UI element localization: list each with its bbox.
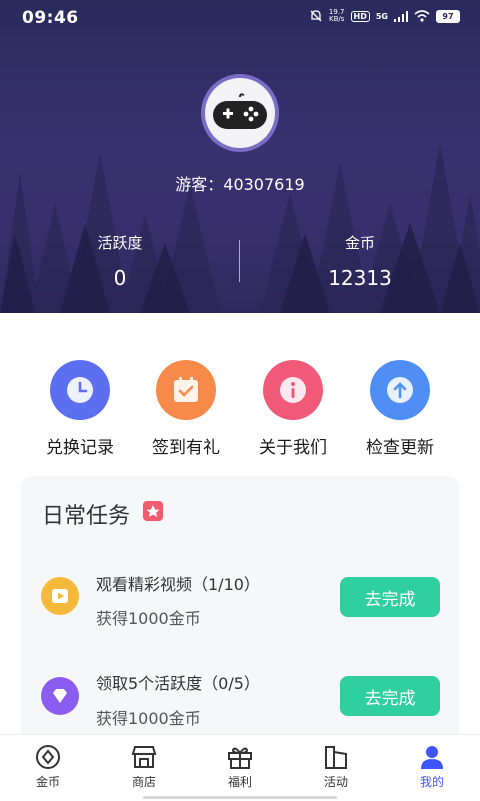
hd-badge: HD bbox=[350, 10, 370, 22]
daily-tasks-title: 日常任务 bbox=[42, 504, 131, 529]
net-speed: 19.7 KB/s bbox=[328, 8, 345, 23]
guest-id: 游客：40307619 bbox=[175, 175, 305, 194]
play-icon bbox=[41, 577, 79, 615]
diamond-icon bbox=[41, 677, 79, 715]
avatar[interactable] bbox=[205, 78, 275, 148]
daily-tasks-card: 日常任务 观看精彩视频（1/10） 获得1000金币 去完成 领取5个活跃度（0… bbox=[21, 476, 459, 776]
quick-action-label: 签到有礼 bbox=[152, 438, 220, 458]
coin-icon bbox=[34, 743, 62, 771]
clock-icon bbox=[50, 360, 110, 420]
status-time: 09:46 bbox=[22, 8, 79, 28]
shop-icon bbox=[130, 743, 158, 771]
signal-icon bbox=[394, 10, 408, 22]
arrow-up-icon bbox=[370, 360, 430, 420]
calendar-check-icon bbox=[156, 360, 216, 420]
status-bar: 09:46 19.7 KB/s HD 5G 97 bbox=[0, 0, 480, 36]
coins-label: 金币 bbox=[344, 234, 375, 252]
star-badge-icon bbox=[143, 501, 163, 521]
network-type: 5G bbox=[375, 11, 388, 21]
battery-icon: 97 bbox=[436, 9, 460, 23]
quick-action-exchange-record[interactable]: 兑换记录 bbox=[25, 360, 135, 458]
tab-shop[interactable]: 商店 bbox=[114, 743, 174, 790]
quick-action-about-us[interactable]: 关于我们 bbox=[238, 360, 348, 458]
quick-action-label: 兑换记录 bbox=[46, 438, 114, 458]
wifi-icon bbox=[414, 10, 430, 22]
task-title: 领取5个活跃度（0/5） bbox=[96, 674, 260, 693]
activity-label: 活跃度 bbox=[97, 234, 143, 252]
activity-value: 0 bbox=[113, 266, 127, 290]
bottom-tab-bar: 金币 商店 福利 活动 我的 bbox=[0, 734, 480, 801]
tab-mine[interactable]: 我的 bbox=[402, 743, 462, 790]
task-reward: 获得1000金币 bbox=[96, 609, 201, 628]
flag-icon bbox=[322, 743, 350, 771]
task-complete-button[interactable]: 去完成 bbox=[340, 676, 440, 716]
task-title: 观看精彩视频（1/10） bbox=[96, 575, 260, 594]
quick-action-check-in[interactable]: 签到有礼 bbox=[131, 360, 241, 458]
task-complete-button[interactable]: 去完成 bbox=[340, 577, 440, 617]
task-reward: 获得1000金币 bbox=[96, 709, 201, 728]
tab-coins[interactable]: 金币 bbox=[18, 743, 78, 790]
status-icons: 19.7 KB/s HD 5G 97 bbox=[309, 9, 460, 23]
stat-divider bbox=[239, 240, 240, 282]
tab-welfare[interactable]: 福利 bbox=[210, 743, 270, 790]
mute-bell-icon bbox=[310, 10, 322, 22]
quick-action-label: 检查更新 bbox=[366, 438, 434, 458]
home-indicator bbox=[143, 796, 337, 799]
user-icon bbox=[418, 743, 446, 771]
gift-icon bbox=[226, 743, 254, 771]
gamepad-icon bbox=[213, 93, 267, 129]
profile-header: 09:46 19.7 KB/s HD 5G 97 游客：40307619 活跃度 … bbox=[0, 0, 480, 313]
info-icon bbox=[263, 360, 323, 420]
tab-activity[interactable]: 活动 bbox=[306, 743, 366, 790]
coins-value: 12313 bbox=[328, 266, 392, 290]
quick-action-check-update[interactable]: 检查更新 bbox=[345, 360, 455, 458]
quick-action-label: 关于我们 bbox=[259, 438, 327, 458]
